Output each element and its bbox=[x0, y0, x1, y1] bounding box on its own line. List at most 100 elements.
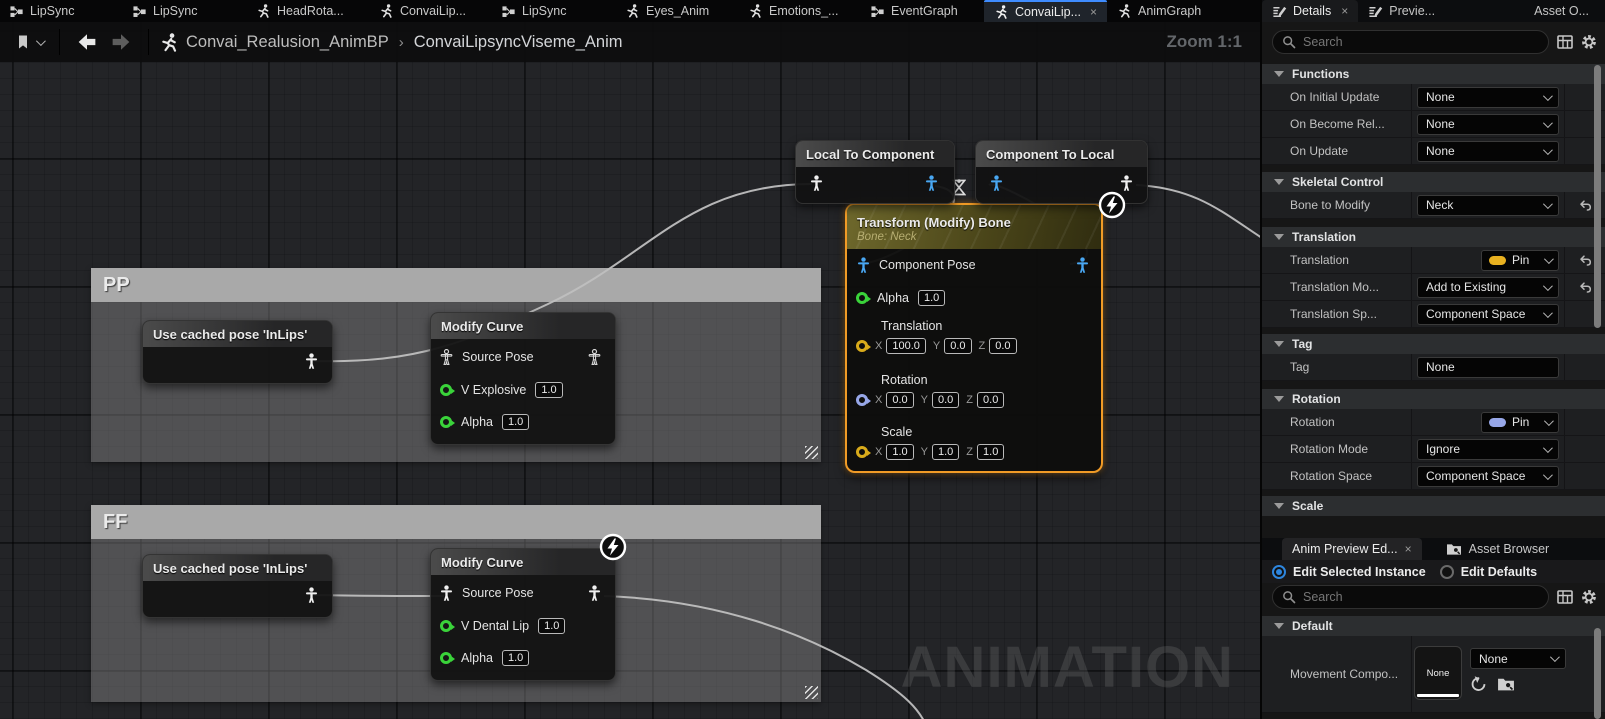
curve-value-box[interactable]: 1.0 bbox=[535, 382, 563, 398]
node-pp-use-cached-pose[interactable]: Use cached pose 'InLips' bbox=[142, 320, 333, 384]
tab-lipsync-3[interactable]: LipSync bbox=[492, 0, 615, 22]
browse-to-asset-icon[interactable] bbox=[1497, 676, 1515, 692]
nav-back-button[interactable] bbox=[70, 33, 104, 51]
scale-x-box[interactable]: 1.0 bbox=[886, 444, 914, 460]
section-header[interactable]: Skeletal Control bbox=[1262, 172, 1605, 192]
tag-input[interactable]: None bbox=[1417, 356, 1559, 378]
scale-y-box[interactable]: 1.0 bbox=[931, 444, 960, 460]
nav-forward-button[interactable] bbox=[104, 33, 138, 51]
preview-scrollbar[interactable] bbox=[1594, 628, 1601, 719]
alpha-pin[interactable] bbox=[440, 416, 455, 428]
on-update-dropdown[interactable]: None bbox=[1417, 140, 1559, 162]
close-icon[interactable]: × bbox=[1341, 4, 1348, 18]
tab-lipsync-2[interactable]: LipSync bbox=[123, 0, 246, 22]
bone-to-modify-dropdown[interactable]: Neck bbox=[1417, 194, 1559, 216]
bookmark-button[interactable] bbox=[10, 34, 49, 50]
translation-pin-dropdown[interactable]: Pin bbox=[1481, 249, 1559, 271]
alpha-pin[interactable] bbox=[440, 652, 455, 664]
comment-resize-handle[interactable] bbox=[805, 446, 818, 459]
scale-pin[interactable] bbox=[856, 446, 871, 458]
rotation-pin-dropdown[interactable]: Pin bbox=[1481, 411, 1559, 433]
pose-input-pin[interactable] bbox=[810, 175, 823, 191]
translation-y-box[interactable]: 0.0 bbox=[944, 338, 972, 354]
tab-asset-override[interactable]: Asset O... bbox=[1524, 0, 1605, 22]
breadcrumb-root[interactable]: Convai_Realusion_AnimBP bbox=[186, 33, 389, 52]
translation-mode-dropdown[interactable]: Add to Existing bbox=[1417, 276, 1559, 298]
node-ff-use-cached-pose[interactable]: Use cached pose 'InLips' bbox=[142, 554, 333, 618]
details-scrollbar[interactable] bbox=[1594, 65, 1601, 328]
curve-value-box[interactable]: 1.0 bbox=[538, 618, 566, 634]
scale-z-box[interactable]: 1.0 bbox=[977, 444, 1005, 460]
reset-to-default-icon[interactable] bbox=[1579, 254, 1592, 267]
comment-header-pp[interactable]: PP bbox=[91, 268, 821, 302]
edit-defaults-radio[interactable]: Edit Defaults bbox=[1439, 564, 1537, 579]
component-pose-output-pin[interactable] bbox=[1076, 257, 1089, 273]
gear-icon[interactable] bbox=[1581, 34, 1597, 50]
node-local-to-component[interactable]: Local To Component bbox=[795, 140, 955, 204]
tab-eventgraph[interactable]: EventGraph bbox=[861, 0, 984, 22]
source-pose-output-pin[interactable] bbox=[588, 585, 601, 601]
translation-pin[interactable] bbox=[856, 340, 871, 352]
search-input[interactable] bbox=[1303, 35, 1539, 49]
tab-anim-preview-editor[interactable]: Anim Preview Ed... × bbox=[1282, 538, 1422, 560]
tab-asset-browser[interactable]: Asset Browser bbox=[1436, 538, 1560, 560]
rotation-y-box[interactable]: 0.0 bbox=[931, 392, 960, 408]
rotation-mode-dropdown[interactable]: Ignore bbox=[1417, 438, 1559, 460]
comment-header-ff[interactable]: FF bbox=[91, 505, 821, 539]
alpha-value-box[interactable]: 1.0 bbox=[501, 414, 530, 430]
close-icon[interactable]: × bbox=[1405, 542, 1412, 556]
search-input[interactable] bbox=[1303, 590, 1539, 604]
alpha-value-box[interactable]: 1.0 bbox=[501, 650, 530, 666]
display-filter-icon[interactable] bbox=[1557, 589, 1573, 605]
component-pose-input-pin[interactable] bbox=[990, 175, 1003, 191]
edit-selected-instance-radio[interactable]: Edit Selected Instance bbox=[1272, 564, 1426, 579]
asset-thumbnail[interactable]: None bbox=[1414, 646, 1462, 700]
section-header[interactable]: Functions bbox=[1262, 64, 1605, 84]
curve-pin[interactable] bbox=[440, 384, 455, 396]
tab-emotions[interactable]: Emotions_... bbox=[738, 0, 861, 22]
alpha-value-box[interactable]: 1.0 bbox=[917, 290, 946, 306]
source-pose-input-pin[interactable] bbox=[440, 585, 453, 601]
section-header[interactable]: Rotation bbox=[1262, 389, 1605, 409]
animgraph-canvas[interactable]: ANIMATION PP FF Local To Component Compo… bbox=[0, 22, 1260, 719]
tab-eyes-anim[interactable]: Eyes_Anim bbox=[615, 0, 738, 22]
close-icon[interactable]: × bbox=[1090, 5, 1097, 19]
pose-output-pin[interactable] bbox=[305, 587, 318, 603]
component-pose-input-pin[interactable] bbox=[857, 257, 870, 273]
breadcrumb-current[interactable]: ConvaiLipsyncViseme_Anim bbox=[414, 33, 623, 52]
alpha-pin[interactable] bbox=[856, 292, 871, 304]
comment-resize-handle[interactable] bbox=[805, 686, 818, 699]
use-selected-asset-icon[interactable] bbox=[1470, 675, 1487, 692]
on-initial-update-dropdown[interactable]: None bbox=[1417, 86, 1559, 108]
rotation-pin[interactable] bbox=[856, 394, 871, 406]
preview-search-box[interactable] bbox=[1272, 585, 1549, 609]
curve-pin[interactable] bbox=[440, 620, 455, 632]
rotation-x-box[interactable]: 0.0 bbox=[886, 392, 914, 408]
translation-z-box[interactable]: 0.0 bbox=[989, 338, 1017, 354]
source-pose-input-pin[interactable] bbox=[440, 349, 453, 365]
pose-output-pin[interactable] bbox=[1120, 175, 1133, 191]
node-pp-modify-curve[interactable]: Modify Curve Source Pose V Explosive 1.0… bbox=[430, 312, 616, 445]
rotation-z-box[interactable]: 0.0 bbox=[977, 392, 1005, 408]
tab-headrotation[interactable]: HeadRota... bbox=[246, 0, 369, 22]
reset-to-default-icon[interactable] bbox=[1579, 281, 1592, 294]
on-become-relevant-dropdown[interactable]: None bbox=[1417, 113, 1559, 135]
details-search-box[interactable] bbox=[1272, 30, 1549, 54]
display-filter-icon[interactable] bbox=[1557, 34, 1573, 50]
section-header[interactable]: Tag bbox=[1262, 334, 1605, 354]
source-pose-output-pin[interactable] bbox=[588, 349, 601, 365]
tab-convailip-1[interactable]: ConvaiLip... bbox=[369, 0, 492, 22]
tab-animgraph[interactable]: AnimGraph bbox=[1107, 0, 1230, 22]
tab-lipsync-1[interactable]: LipSync bbox=[0, 0, 123, 22]
section-header[interactable]: Translation bbox=[1262, 227, 1605, 247]
node-transform-modify-bone[interactable]: Transform (Modify) Bone Bone: Neck Compo… bbox=[845, 203, 1103, 473]
section-header[interactable]: Default bbox=[1262, 616, 1605, 636]
rotation-space-dropdown[interactable]: Component Space bbox=[1417, 465, 1559, 487]
tab-details[interactable]: Details × bbox=[1262, 0, 1359, 22]
gear-icon[interactable] bbox=[1581, 589, 1597, 605]
tab-convailip-active[interactable]: ConvaiLip... × bbox=[984, 0, 1107, 22]
translation-space-dropdown[interactable]: Component Space bbox=[1417, 303, 1559, 325]
section-header[interactable]: Scale bbox=[1262, 496, 1605, 516]
node-ff-modify-curve[interactable]: Modify Curve Source Pose V Dental Lip 1.… bbox=[430, 548, 616, 681]
pose-output-pin[interactable] bbox=[305, 353, 318, 369]
